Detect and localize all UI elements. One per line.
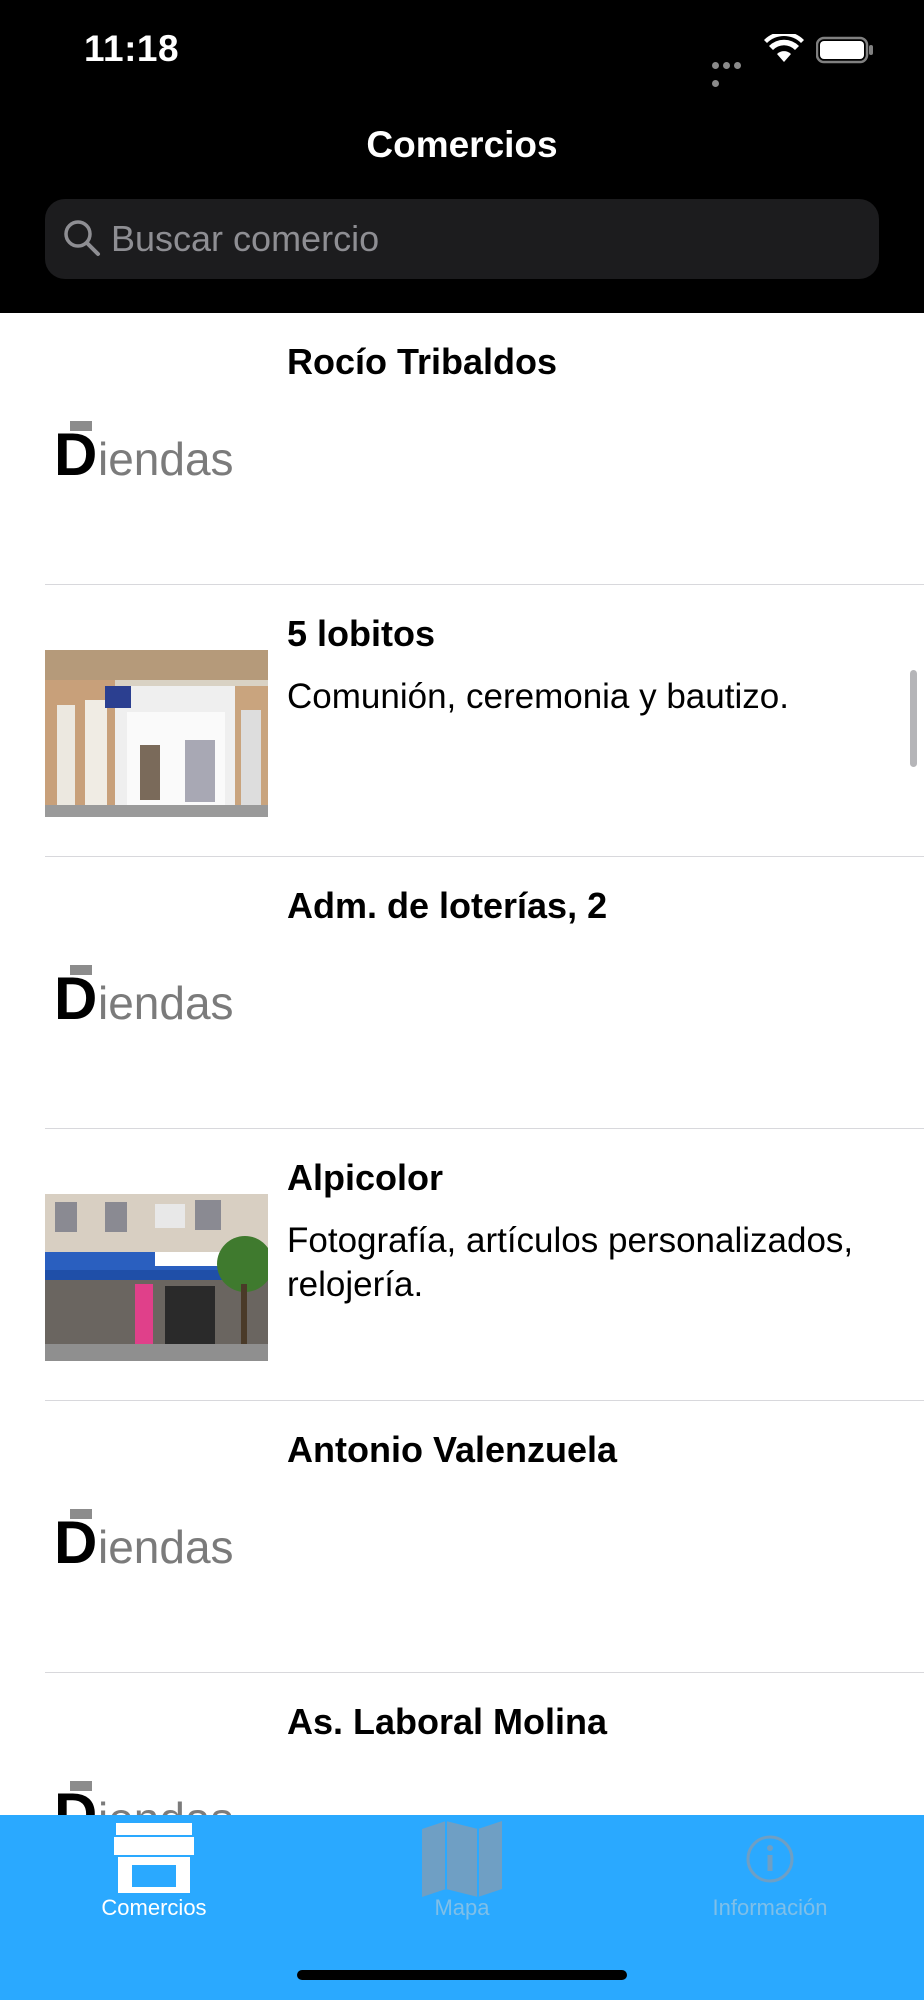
store-logo: D iendas (54, 965, 234, 1023)
store-title: 5 lobitos (287, 613, 436, 654)
cellular-signal-icon (712, 56, 754, 87)
status-time: 11:18 (84, 28, 180, 69)
search-input[interactable] (111, 199, 851, 279)
svg-text:D: D (54, 965, 97, 1023)
store-list[interactable]: D iendas Rocío Tribaldos 5 lobitos Comun… (0, 313, 924, 1815)
store-title: Rocío Tribaldos (287, 341, 558, 382)
svg-text:iendas: iendas (98, 1521, 234, 1567)
store-icon (114, 1823, 194, 1893)
list-item[interactable]: D iendas As. Laboral Molina (0, 1673, 924, 1815)
tab-informacion[interactable]: Información (616, 1815, 924, 1945)
store-title: Antonio Valenzuela (287, 1429, 618, 1470)
store-description: Comunión, ceremonia y bautizo. (287, 677, 789, 716)
store-logo: D iendas (54, 421, 234, 479)
store-description: Fotografía, artículos personalizados, re… (287, 1221, 854, 1304)
tab-comercios[interactable]: Comercios (0, 1815, 308, 1945)
tab-mapa[interactable]: Mapa (308, 1815, 616, 1945)
list-item[interactable]: D iendas Adm. de loterías, 2 (0, 857, 924, 1129)
svg-text:D: D (54, 1781, 97, 1815)
svg-text:iendas: iendas (98, 1793, 234, 1815)
tab-label: Comercios (101, 1895, 207, 1920)
store-logo: D iendas (54, 1509, 234, 1567)
map-icon (422, 1821, 502, 1897)
store-title: As. Laboral Molina (287, 1701, 608, 1742)
status-bar: 11:18 (0, 0, 924, 110)
svg-text:D: D (54, 421, 97, 479)
list-item[interactable]: D iendas Rocío Tribaldos (0, 313, 924, 585)
tab-label: Información (712, 1895, 828, 1920)
search-icon (64, 220, 100, 256)
list-item[interactable]: D iendas Antonio Valenzuela (0, 1401, 924, 1673)
store-title: Adm. de loterías, 2 (287, 885, 608, 926)
wifi-icon (764, 34, 804, 62)
scroll-indicator[interactable] (910, 670, 917, 767)
list-item[interactable]: Alpicolor Fotografía, artículos personal… (0, 1129, 924, 1401)
page-title: Comercios (366, 124, 558, 165)
search-bar[interactable] (45, 199, 879, 279)
home-indicator (297, 1970, 627, 1980)
info-icon (746, 1835, 794, 1883)
svg-text:iendas: iendas (98, 977, 234, 1023)
store-logo: D iendas (54, 1781, 234, 1815)
tab-label: Mapa (434, 1895, 490, 1920)
store-title: Alpicolor (287, 1157, 444, 1198)
list-item[interactable]: 5 lobitos Comunión, ceremonia y bautizo. (0, 585, 924, 857)
battery-icon (816, 36, 873, 64)
svg-text:iendas: iendas (98, 433, 234, 479)
svg-text:D: D (54, 1509, 97, 1567)
store-photo (45, 1194, 268, 1361)
store-photo (45, 650, 268, 817)
